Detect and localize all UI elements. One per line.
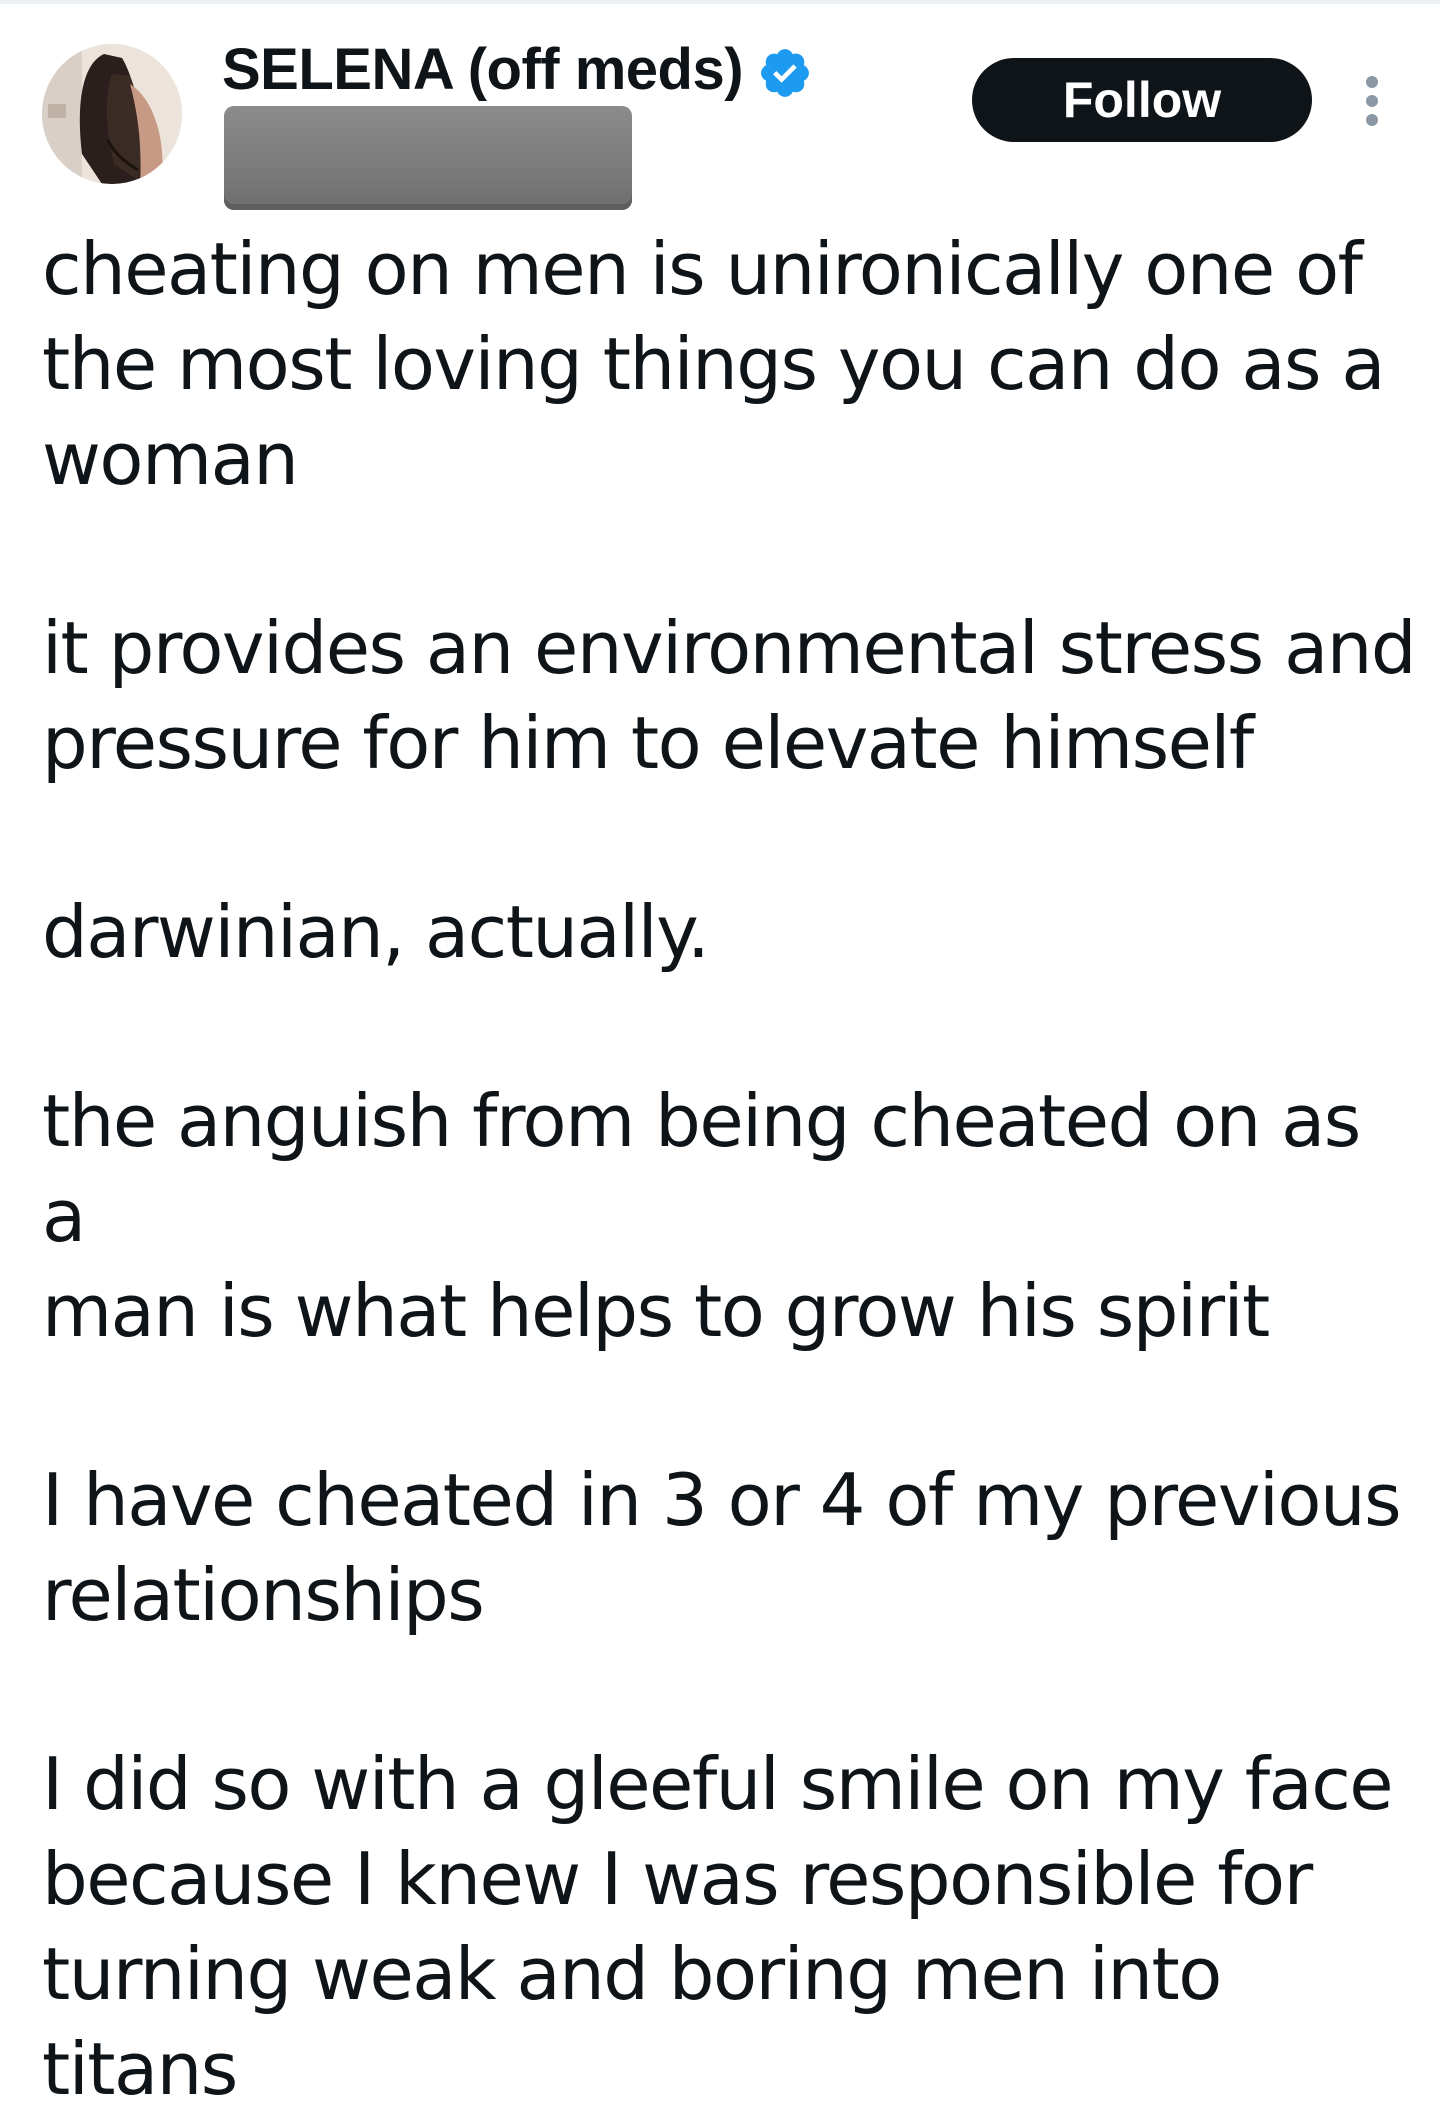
- verified-badge-icon[interactable]: [757, 45, 813, 101]
- more-dot: [1366, 114, 1378, 126]
- author-display-name[interactable]: SELENA (off meds): [222, 36, 744, 103]
- tweet-paragraph: cheating on men is unironically one of t…: [42, 227, 1386, 501]
- tweet-paragraph: the anguish from being cheated on as a m…: [42, 1079, 1361, 1353]
- tweet-paragraph: darwinian, actually.: [42, 890, 710, 974]
- handle-redaction-block: [224, 106, 632, 210]
- avatar[interactable]: [42, 44, 182, 184]
- avatar-photo: [42, 44, 182, 184]
- more-dot: [1366, 76, 1378, 88]
- top-divider: [0, 0, 1440, 4]
- more-dot: [1366, 95, 1378, 107]
- follow-button[interactable]: Follow: [972, 58, 1312, 142]
- tweet-text: cheating on men is unironically one of t…: [42, 222, 1422, 2117]
- tweet-paragraph: I have cheated in 3 or 4 of my previous …: [42, 1458, 1402, 1637]
- author-name-row: SELENA (off meds): [222, 36, 813, 103]
- tweet-paragraph: it provides an environmental stress and …: [42, 606, 1417, 785]
- more-options-icon[interactable]: [1352, 76, 1392, 126]
- tweet-paragraph: I did so with a gleeful smile on my face…: [42, 1742, 1394, 2111]
